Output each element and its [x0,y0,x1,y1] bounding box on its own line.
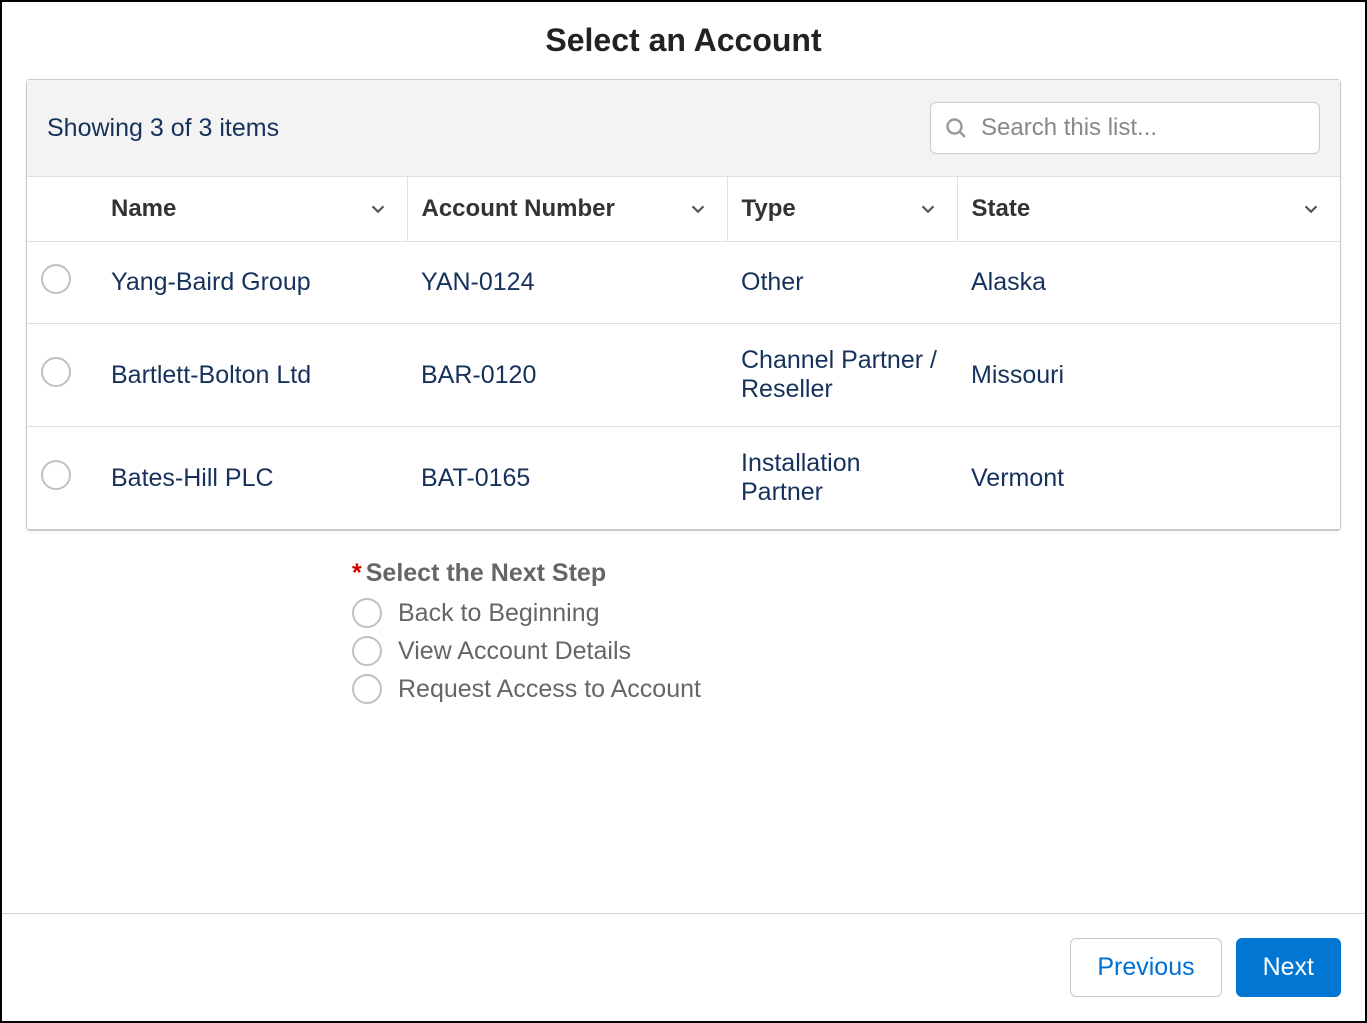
search-box [930,102,1320,154]
chevron-down-icon [687,198,709,220]
option-radio[interactable] [352,636,382,666]
content-area: Select an Account Showing 3 of 3 items [2,2,1365,913]
column-header-name-label: Name [111,195,176,222]
cell-type: Installation Partner [727,427,957,530]
cell-account-number: BAR-0120 [407,324,727,427]
footer-bar: Previous Next [2,913,1365,1021]
column-header-name[interactable]: Name [97,177,407,242]
row-radio[interactable] [41,264,71,294]
cell-name: Bartlett-Bolton Ltd [97,324,407,427]
row-radio[interactable] [41,357,71,387]
option-radio[interactable] [352,598,382,628]
cell-state: Alaska [957,242,1340,324]
option-label: Request Access to Account [398,675,701,704]
option-view-account-details[interactable]: View Account Details [352,636,1341,666]
row-select-cell [27,427,97,530]
next-step-label: *Select the Next Step [352,559,1341,588]
column-header-account-number-label: Account Number [422,195,615,222]
cell-type: Channel Partner / Reseller [727,324,957,427]
option-radio[interactable] [352,674,382,704]
next-step-block: *Select the Next Step Back to Beginning … [352,559,1341,704]
chevron-down-icon [1300,198,1322,220]
column-header-state-label: State [972,195,1031,222]
next-step-label-text: Select the Next Step [366,559,606,587]
table-row[interactable]: Bartlett-Bolton Ltd BAR-0120 Channel Par… [27,324,1340,427]
column-header-state[interactable]: State [957,177,1340,242]
cell-account-number: BAT-0165 [407,427,727,530]
search-input[interactable] [930,102,1320,154]
search-icon [944,116,968,140]
accounts-table: Name Account Number Type [27,177,1340,530]
page-title: Select an Account [26,22,1341,59]
cell-name: Yang-Baird Group [97,242,407,324]
table-header-row: Name Account Number Type [27,177,1340,242]
showing-count-text: Showing 3 of 3 items [47,114,279,143]
required-marker: * [352,559,362,587]
column-header-account-number[interactable]: Account Number [407,177,727,242]
chevron-down-icon [367,198,389,220]
table-row[interactable]: Yang-Baird Group YAN-0124 Other Alaska [27,242,1340,324]
dialog-window: Select an Account Showing 3 of 3 items [0,0,1367,1023]
row-select-cell [27,242,97,324]
account-list-container: Showing 3 of 3 items [26,79,1341,531]
table-row[interactable]: Bates-Hill PLC BAT-0165 Installation Par… [27,427,1340,530]
column-header-type-label: Type [742,195,796,222]
cell-name: Bates-Hill PLC [97,427,407,530]
cell-state: Missouri [957,324,1340,427]
option-label: Back to Beginning [398,599,600,628]
column-header-select [27,177,97,242]
column-header-type[interactable]: Type [727,177,957,242]
option-back-to-beginning[interactable]: Back to Beginning [352,598,1341,628]
option-label: View Account Details [398,637,631,666]
cell-type: Other [727,242,957,324]
row-select-cell [27,324,97,427]
cell-state: Vermont [957,427,1340,530]
option-request-access[interactable]: Request Access to Account [352,674,1341,704]
row-radio[interactable] [41,460,71,490]
cell-account-number: YAN-0124 [407,242,727,324]
chevron-down-icon [917,198,939,220]
previous-button[interactable]: Previous [1070,938,1221,997]
list-header: Showing 3 of 3 items [27,80,1340,177]
next-button[interactable]: Next [1236,938,1341,997]
